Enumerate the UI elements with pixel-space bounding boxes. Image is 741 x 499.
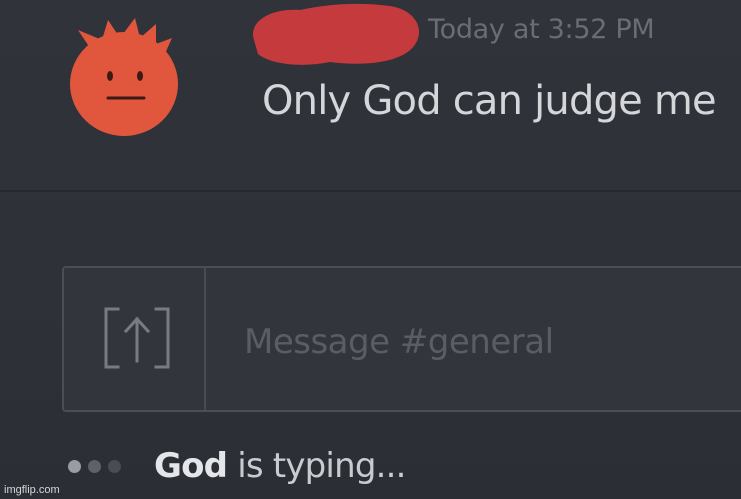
message-text: Only God can judge me (262, 78, 717, 124)
typing-dot (108, 460, 121, 473)
message-divider (0, 190, 741, 192)
upload-icon (104, 307, 170, 369)
chat-screen: Today at 3:52 PM Only God can judge me G… (0, 0, 741, 499)
avatar-right-eye (137, 71, 143, 81)
chat-message: Today at 3:52 PM Only God can judge me (0, 0, 741, 190)
avatar-face (70, 32, 178, 136)
message-composer (62, 266, 741, 412)
typing-suffix: is typing... (227, 446, 406, 486)
watermark: imgflip.com (4, 484, 60, 496)
avatar-left-eye (107, 71, 113, 81)
typing-user-name: God (154, 446, 228, 486)
username-redacted (253, 3, 420, 65)
avatar[interactable] (60, 10, 190, 140)
typing-dot (88, 460, 101, 473)
typing-dot (68, 460, 81, 473)
typing-dots-icon (68, 460, 148, 476)
message-timestamp: Today at 3:52 PM (428, 14, 655, 45)
message-input[interactable] (244, 320, 741, 364)
typing-text: God is typing... (154, 446, 406, 486)
upload-button[interactable] (64, 268, 206, 410)
